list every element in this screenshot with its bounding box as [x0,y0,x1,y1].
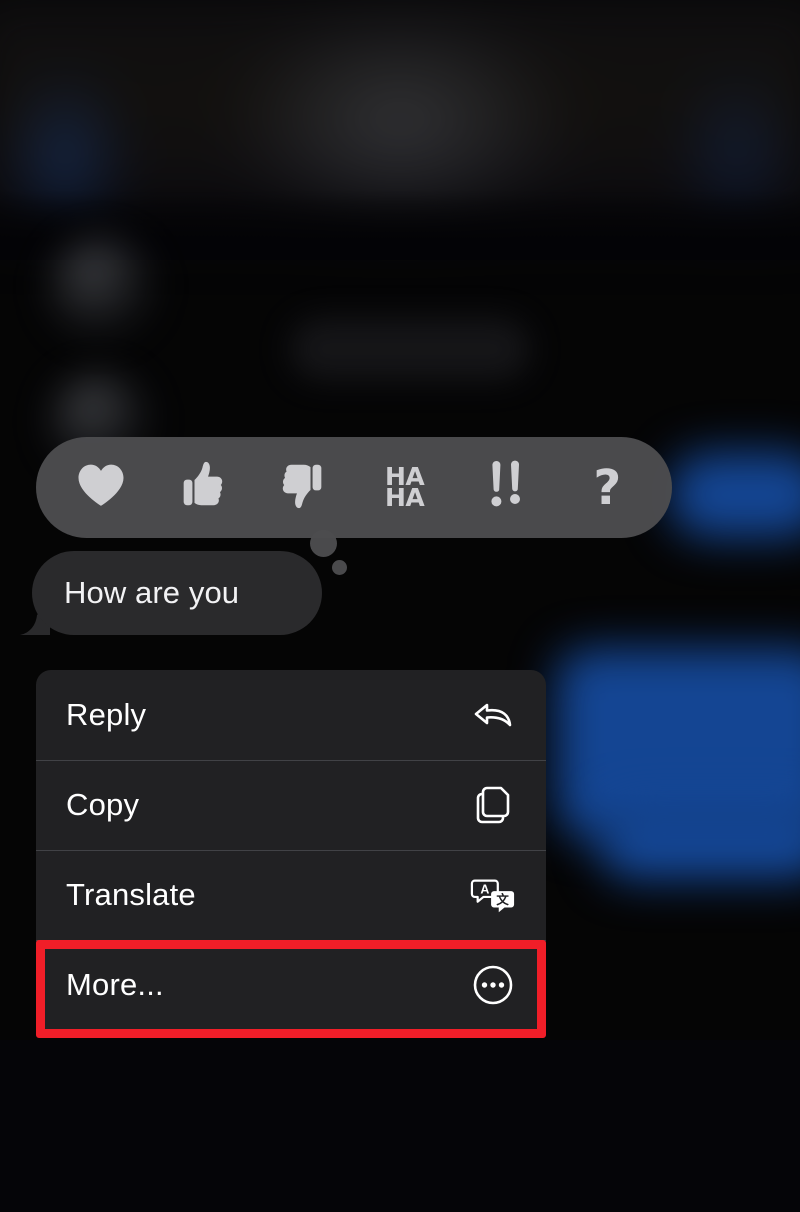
tapback-reaction-bar[interactable]: HA HA ? [36,437,672,538]
menu-item-more[interactable]: More... [36,940,546,1030]
message-bubble[interactable]: How are you [32,551,322,635]
menu-item-copy[interactable]: Copy [36,760,546,850]
ellipsis-circle-icon [470,962,516,1008]
thumbs-down-icon [280,460,326,515]
question-mark-icon: ? [593,459,622,516]
bottom-dim-area [0,1040,800,1212]
message-text: How are you [64,575,240,610]
menu-item-translate[interactable]: Translate A 文 [36,850,546,940]
reply-arrow-icon [470,692,516,738]
reaction-heart-button[interactable] [62,449,140,527]
heart-icon [76,462,126,513]
menu-item-label: More... [66,967,164,1002]
translate-icon: A 文 [470,872,516,918]
reaction-haha-button[interactable]: HA HA [366,449,444,527]
double-exclamation-icon [486,459,526,516]
haha-icon: HA HA [385,464,425,512]
thumbs-up-icon [179,460,225,515]
reaction-thumbs-down-button[interactable] [264,449,342,527]
svg-text:文: 文 [496,892,509,907]
menu-item-label: Reply [66,697,147,732]
menu-item-label: Translate [66,877,196,912]
menu-item-label: Copy [66,787,140,822]
copy-icon [470,782,516,828]
haha-line-2: HA [385,482,425,512]
reaction-bar-tail-small [332,560,347,575]
message-context-menu[interactable]: Reply Copy Translate A 文 More... [36,670,546,1030]
reaction-question-button[interactable]: ? [568,449,646,527]
menu-item-reply[interactable]: Reply [36,670,546,760]
reaction-emphasize-button[interactable] [467,449,545,527]
svg-text:A: A [480,883,489,897]
reaction-thumbs-up-button[interactable] [163,449,241,527]
